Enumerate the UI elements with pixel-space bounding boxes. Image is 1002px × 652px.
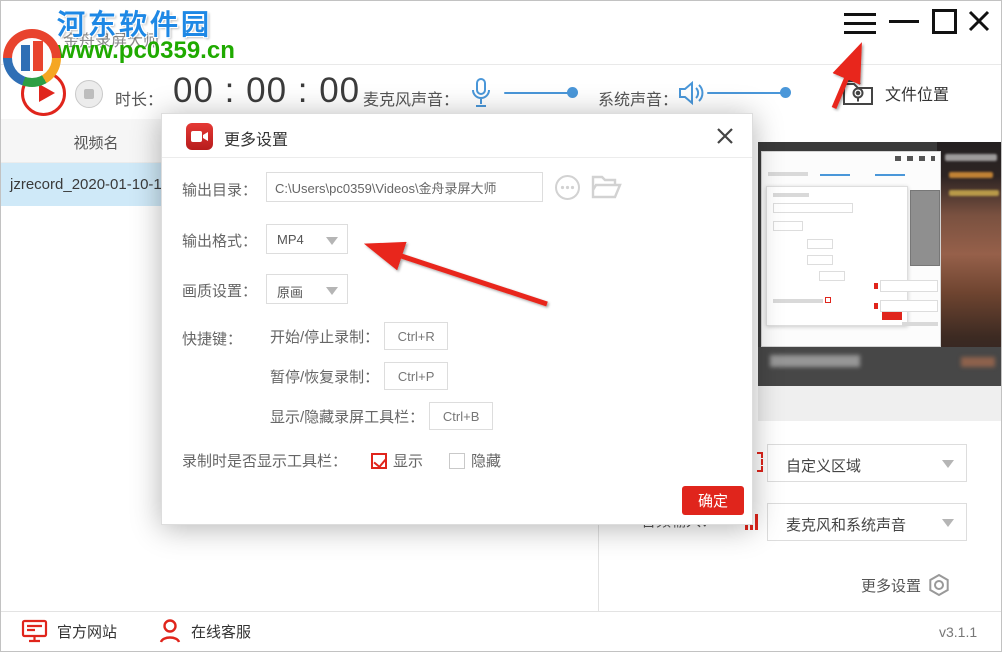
more-settings-button[interactable]: 更多设置 <box>861 573 951 597</box>
video-list-item-name: jzrecord_2020-01-10-1 <box>10 176 162 193</box>
folder-open-icon[interactable] <box>590 173 622 206</box>
hotkey-row: 显示/隐藏录屏工具栏： Ctrl+B <box>270 402 493 430</box>
toolbar-visibility-label: 录制时是否显示工具栏： <box>182 450 347 471</box>
output-dir-input[interactable] <box>266 172 543 202</box>
online-support-link[interactable]: 在线客服 <box>158 618 251 644</box>
hotkey-start-stop-keybox[interactable]: Ctrl+R <box>384 322 448 350</box>
dialog-header: 更多设置 <box>162 114 752 158</box>
audio-input-dropdown[interactable]: 麦克风和系统声音 <box>767 503 967 541</box>
hotkey-row: 开始/停止录制： Ctrl+R <box>270 322 448 350</box>
system-volume-knob[interactable] <box>780 87 791 98</box>
maximize-button[interactable] <box>932 9 957 34</box>
system-volume-label: 系统声音： <box>598 86 678 110</box>
hotkey-pause-resume-keybox[interactable]: Ctrl+P <box>384 362 448 390</box>
footer-divider <box>1 611 1002 612</box>
output-format-dropdown[interactable]: MP4 <box>266 224 348 254</box>
official-site-label: 官方网站 <box>57 621 117 642</box>
watermark-logo-icon <box>3 29 61 87</box>
hotkey-start-stop-label: 开始/停止录制： <box>270 326 379 347</box>
output-format-label: 输出格式： <box>182 230 257 251</box>
more-settings-dialog: 更多设置 输出目录： 输出格式： MP4 画质设置： 原画 快捷键： 开始/ <box>161 113 753 525</box>
output-dir-label: 输出目录： <box>182 179 257 200</box>
ok-button[interactable]: 确定 <box>682 486 744 515</box>
system-volume-slider[interactable] <box>707 92 785 94</box>
hide-toolbar-checkbox[interactable] <box>449 453 465 469</box>
gear-icon <box>927 573 951 597</box>
hotkey-pause-resume-label: 暂停/恢复录制： <box>270 366 379 387</box>
app-camera-icon <box>186 123 213 150</box>
ellipsis-browse-icon[interactable] <box>554 174 581 206</box>
hotkey-toolbar-toggle-label: 显示/隐藏录屏工具栏： <box>270 406 424 427</box>
official-site-link[interactable]: 官方网站 <box>21 618 117 644</box>
monitor-icon <box>21 618 48 644</box>
mic-volume-slider[interactable] <box>504 92 572 94</box>
quality-value: 原画 <box>277 282 303 301</box>
more-settings-label: 更多设置 <box>861 575 921 596</box>
mic-volume-knob[interactable] <box>567 87 578 98</box>
mic-volume-label: 麦克风声音： <box>363 86 459 110</box>
hotkey-section-label: 快捷键： <box>182 328 242 349</box>
person-icon <box>158 618 182 644</box>
duration-timer: 00 : 00 : 00 <box>173 71 360 111</box>
record-area-dropdown[interactable]: 自定义区域 <box>767 444 967 482</box>
dialog-close-icon[interactable] <box>714 125 736 147</box>
menu-icon[interactable] <box>844 13 876 34</box>
close-button[interactable] <box>966 8 992 34</box>
watermark-site-url: www.pc0359.cn <box>57 37 235 65</box>
online-support-label: 在线客服 <box>191 621 251 642</box>
minimize-button[interactable] <box>889 20 919 23</box>
toolbar-visibility-row: 录制时是否显示工具栏： 显示 隐藏 <box>182 450 527 471</box>
chevron-down-icon <box>942 460 954 468</box>
stop-icon <box>84 89 94 99</box>
microphone-icon <box>469 77 493 114</box>
show-toolbar-checkbox[interactable] <box>371 453 387 469</box>
app-window: 金舟录屏大师 河东软件园 www.pc0359.cn 时长： 00 : 00 :… <box>0 0 1002 652</box>
folder-location-icon <box>841 76 877 110</box>
preview-panel-strip <box>758 386 1002 421</box>
show-option-label: 显示 <box>393 450 423 471</box>
chevron-down-icon <box>326 287 338 295</box>
chevron-down-icon <box>326 237 338 245</box>
version-label: v3.1.1 <box>939 624 977 640</box>
quality-dropdown[interactable]: 原画 <box>266 274 348 304</box>
quality-label: 画质设置： <box>182 280 257 301</box>
file-location-button[interactable]: 文件位置 <box>841 71 991 115</box>
play-icon <box>39 84 55 102</box>
chevron-down-icon <box>942 519 954 527</box>
hotkey-toolbar-toggle-keybox[interactable]: Ctrl+B <box>429 402 493 430</box>
file-location-label: 文件位置 <box>885 81 949 105</box>
audio-input-value: 麦克风和系统声音 <box>786 514 906 535</box>
duration-label: 时长： <box>115 86 163 110</box>
hotkey-row: 暂停/恢复录制： Ctrl+P <box>270 362 448 390</box>
record-area-value: 自定义区域 <box>786 455 861 476</box>
hide-option-label: 隐藏 <box>471 450 501 471</box>
dialog-title: 更多设置 <box>224 126 288 150</box>
preview-thumbnail <box>758 142 1002 386</box>
record-stop-button[interactable] <box>75 80 103 108</box>
speaker-icon <box>677 79 705 112</box>
output-format-value: MP4 <box>277 232 304 247</box>
